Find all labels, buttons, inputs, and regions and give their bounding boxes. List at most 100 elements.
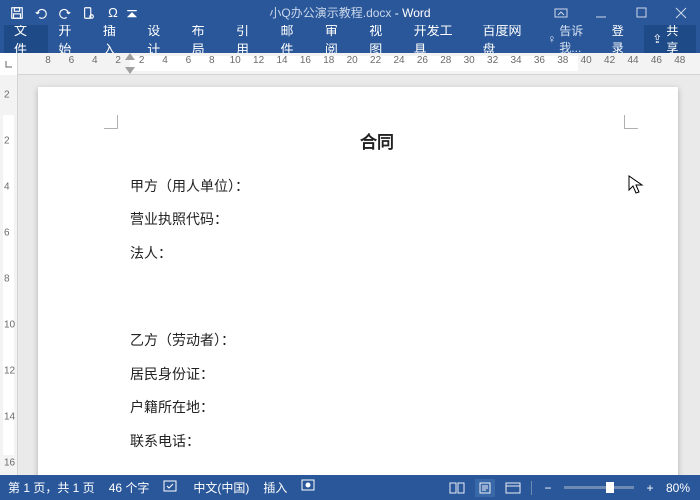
vruler-active <box>3 115 14 455</box>
hruler-tick: 34 <box>510 55 521 66</box>
window-title: 小Q办公演示教程.docx - Word <box>269 4 430 21</box>
redo-icon[interactable] <box>54 2 76 24</box>
status-page[interactable]: 第 1 页，共 1 页 <box>8 479 95 496</box>
zoom-level[interactable]: 80% <box>666 481 690 495</box>
hruler-tick: 2 <box>139 55 145 66</box>
tab-design[interactable]: 设计 <box>137 25 181 53</box>
hruler-tick: 22 <box>370 55 381 66</box>
workspace: 2246810121416 合同 甲方（用人单位）：营业执照代码：法人： 乙方（… <box>0 75 700 475</box>
minimize-icon[interactable] <box>584 2 618 24</box>
hruler-tick: 36 <box>534 55 545 66</box>
doc-line[interactable] <box>130 278 624 298</box>
statusbar: 第 1 页，共 1 页 46 个字 中文(中国) 插入 − + 80% <box>0 475 700 500</box>
tab-home[interactable]: 开始 <box>48 25 92 53</box>
ruler-area: 8642246810121416182022242628303234363840… <box>0 53 700 75</box>
doc-line[interactable]: 营业执照代码： <box>130 210 624 230</box>
status-proofing-icon[interactable] <box>163 479 179 496</box>
quick-access-toolbar: Ω <box>0 2 138 24</box>
ribbon-options-icon[interactable] <box>544 2 578 24</box>
tab-file[interactable]: 文件 <box>4 25 48 53</box>
view-print-icon[interactable] <box>475 479 495 497</box>
status-macro-icon[interactable] <box>301 479 315 496</box>
hruler-tick: 48 <box>674 55 685 66</box>
doc-line[interactable]: 法人： <box>130 244 624 264</box>
zoom-out-button[interactable]: − <box>540 481 556 495</box>
hruler-tick: 16 <box>300 55 311 66</box>
vruler-tick: 2 <box>4 90 10 101</box>
undo-icon[interactable] <box>30 2 52 24</box>
hruler-tick: 28 <box>440 55 451 66</box>
document-page[interactable]: 合同 甲方（用人单位）： 营业执照代码： 法人： 乙方（劳动者）： 居民身份证： 户籍所… <box>38 87 678 475</box>
margin-corner-tl <box>104 115 118 129</box>
save-icon[interactable] <box>6 2 28 24</box>
tab-selector[interactable] <box>0 53 18 75</box>
document-body[interactable]: 合同 甲方（用人单位）： 营业执照代码： 法人： 乙方（劳动者）： 居民身份证： 户籍所… <box>130 131 624 466</box>
margin-corner-tr <box>624 115 638 129</box>
first-line-indent[interactable] <box>125 53 135 60</box>
hruler-tick: 26 <box>417 55 428 66</box>
tab-review[interactable]: 审阅 <box>315 25 359 53</box>
hruler-tick: 20 <box>347 55 358 66</box>
doc-line[interactable]: 联系电话： <box>130 432 624 452</box>
touch-mode-icon[interactable] <box>78 2 100 24</box>
doc-line[interactable]: 乙方（劳动者）： <box>130 331 624 351</box>
vruler-tick: 2 <box>4 136 10 147</box>
tab-baidu[interactable]: 百度网盘 <box>472 25 541 53</box>
statusbar-separator <box>531 481 532 495</box>
status-language[interactable]: 中文(中国) <box>193 479 249 496</box>
tab-mailings[interactable]: 邮件 <box>270 25 314 53</box>
vruler-tick: 12 <box>4 366 15 377</box>
doc-line[interactable]: 居民身份证： <box>130 365 624 385</box>
ribbon-tabs: 文件 开始 插入 设计 布局 引用 邮件 审阅 视图 开发工具 百度网盘 ♀告诉… <box>0 25 700 53</box>
maximize-icon[interactable] <box>624 2 658 24</box>
doc-title[interactable]: 合同 <box>130 131 624 155</box>
share-button[interactable]: ⇪共享 <box>644 25 696 53</box>
hruler-tick: 8 <box>209 55 215 66</box>
view-web-icon[interactable] <box>503 479 523 497</box>
status-insert-mode[interactable]: 插入 <box>263 479 287 496</box>
hruler-tick: 14 <box>276 55 287 66</box>
vruler-tick: 8 <box>4 274 10 285</box>
zoom-slider[interactable] <box>564 486 634 489</box>
login-button[interactable]: 登录 <box>602 22 645 56</box>
tab-references[interactable]: 引用 <box>226 25 270 53</box>
tell-me-search[interactable]: ♀告诉我... <box>547 22 601 56</box>
hruler-tick: 6 <box>186 55 192 66</box>
view-read-icon[interactable] <box>447 479 467 497</box>
hruler-tick: 40 <box>581 55 592 66</box>
doc-line[interactable]: 甲方（用人单位）： <box>130 177 624 197</box>
doc-line[interactable]: 户籍所在地： <box>130 398 624 418</box>
window-controls <box>544 2 698 24</box>
titlebar: Ω 小Q办公演示教程.docx - Word <box>0 0 700 25</box>
symbol-icon[interactable]: Ω <box>102 2 124 24</box>
hruler-tick: 2 <box>115 55 121 66</box>
vruler-tick: 10 <box>4 320 15 331</box>
lightbulb-icon: ♀ <box>547 32 556 46</box>
tab-view[interactable]: 视图 <box>359 25 403 53</box>
vruler-tick: 16 <box>4 458 15 469</box>
tab-layout[interactable]: 布局 <box>182 25 226 53</box>
hruler-tick: 30 <box>464 55 475 66</box>
hruler-tick: 42 <box>604 55 615 66</box>
hruler-tick: 32 <box>487 55 498 66</box>
hruler-tick: 12 <box>253 55 264 66</box>
vruler-tick: 14 <box>4 412 15 423</box>
horizontal-ruler[interactable]: 8642246810121416182022242628303234363840… <box>18 53 700 74</box>
zoom-slider-thumb[interactable] <box>606 482 614 493</box>
tab-insert[interactable]: 插入 <box>93 25 137 53</box>
vertical-ruler[interactable]: 2246810121416 <box>0 75 18 475</box>
hruler-tick: 10 <box>230 55 241 66</box>
qat-more-icon[interactable] <box>126 2 138 24</box>
zoom-in-button[interactable]: + <box>642 481 658 495</box>
page-area[interactable]: 合同 甲方（用人单位）： 营业执照代码： 法人： 乙方（劳动者）： 居民身份证： 户籍所… <box>18 75 700 475</box>
hanging-indent[interactable] <box>125 67 135 74</box>
hruler-tick: 38 <box>557 55 568 66</box>
vruler-tick: 4 <box>4 182 10 193</box>
close-icon[interactable] <box>664 2 698 24</box>
status-word-count[interactable]: 46 个字 <box>109 479 150 496</box>
hruler-tick: 24 <box>393 55 404 66</box>
tab-developer[interactable]: 开发工具 <box>404 25 473 53</box>
hruler-tick: 46 <box>651 55 662 66</box>
hruler-tick: 8 <box>45 55 51 66</box>
hruler-tick: 4 <box>162 55 168 66</box>
